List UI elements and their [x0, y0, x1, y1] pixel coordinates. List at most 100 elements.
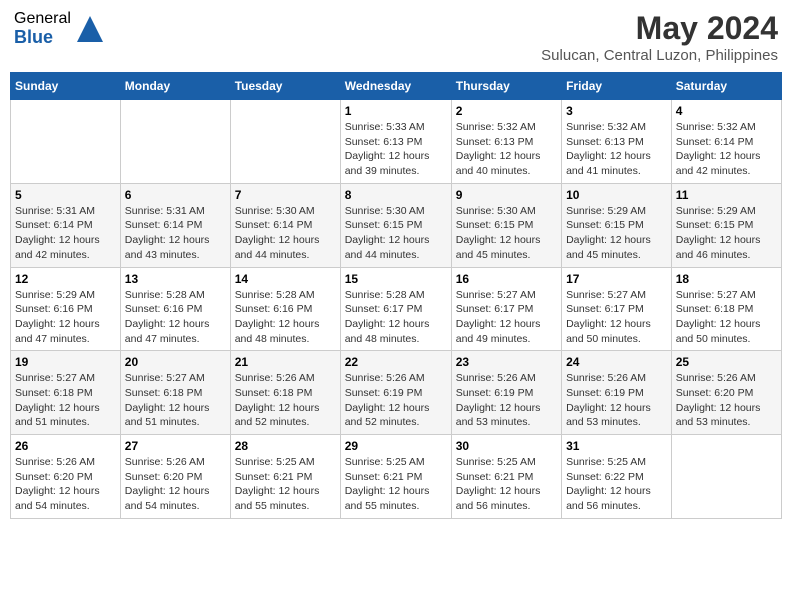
day-number: 12: [15, 272, 116, 286]
day-cell: 3 Sunrise: 5:32 AMSunset: 6:13 PMDaylight…: [562, 100, 672, 184]
day-number: 24: [566, 355, 667, 369]
week-row-1: 1 Sunrise: 5:33 AMSunset: 6:13 PMDaylight…: [11, 100, 782, 184]
day-number: 10: [566, 188, 667, 202]
week-row-3: 12 Sunrise: 5:29 AMSunset: 6:16 PMDayligh…: [11, 267, 782, 351]
day-cell: 20 Sunrise: 5:27 AMSunset: 6:18 PMDayligh…: [120, 351, 230, 435]
main-title: May 2024: [541, 10, 778, 47]
day-info: Sunrise: 5:26 AMSunset: 6:20 PMDaylight:…: [125, 455, 226, 514]
day-number: 26: [15, 439, 116, 453]
day-cell: 22 Sunrise: 5:26 AMSunset: 6:19 PMDayligh…: [340, 351, 451, 435]
day-cell: 13Sunrise: 5:28 AMSunset: 6:16 PMDayligh…: [120, 267, 230, 351]
day-info: Sunrise: 5:25 AMSunset: 6:22 PMDaylight:…: [566, 455, 667, 514]
day-info: Sunrise: 5:29 AMSunset: 6:15 PMDaylight:…: [566, 204, 667, 263]
day-number: 8: [345, 188, 447, 202]
day-cell: [120, 100, 230, 184]
day-cell: 28 Sunrise: 5:25 AMSunset: 6:21 PMDayligh…: [230, 435, 340, 519]
day-cell: 2Sunrise: 5:32 AMSunset: 6:13 PMDaylight…: [451, 100, 561, 184]
day-info: Sunrise: 5:26 AMSunset: 6:18 PMDaylight:…: [235, 371, 336, 430]
day-number: 7: [235, 188, 336, 202]
day-header-friday: Friday: [562, 73, 672, 100]
day-cell: 31 Sunrise: 5:25 AMSunset: 6:22 PMDayligh…: [562, 435, 672, 519]
day-cell: 9 Sunrise: 5:30 AMSunset: 6:15 PMDaylight…: [451, 183, 561, 267]
day-info: Sunrise: 5:32 AMSunset: 6:13 PMDaylight:…: [456, 120, 557, 179]
day-number: 1: [345, 104, 447, 118]
day-number: 20: [125, 355, 226, 369]
day-number: 19: [15, 355, 116, 369]
day-info: Sunrise: 5:32 AMSunset: 6:14 PMDaylight:…: [676, 120, 777, 179]
day-cell: 8 Sunrise: 5:30 AMSunset: 6:15 PMDaylight…: [340, 183, 451, 267]
day-cell: 23Sunrise: 5:26 AMSunset: 6:19 PMDayligh…: [451, 351, 561, 435]
day-info: Sunrise: 5:25 AMSunset: 6:21 PMDaylight:…: [345, 455, 447, 514]
day-info: Sunrise: 5:26 AMSunset: 6:19 PMDaylight:…: [345, 371, 447, 430]
day-number: 21: [235, 355, 336, 369]
day-info: Sunrise: 5:27 AMSunset: 6:17 PMDaylight:…: [456, 288, 557, 347]
day-cell: 21 Sunrise: 5:26 AMSunset: 6:18 PMDayligh…: [230, 351, 340, 435]
day-cell: 14Sunrise: 5:28 AMSunset: 6:16 PMDayligh…: [230, 267, 340, 351]
day-info: Sunrise: 5:29 AMSunset: 6:16 PMDaylight:…: [15, 288, 116, 347]
day-header-sunday: Sunday: [11, 73, 121, 100]
logo-blue: Blue: [14, 28, 71, 48]
day-number: 30: [456, 439, 557, 453]
title-block: May 2024 Sulucan, Central Luzon, Philipp…: [541, 10, 778, 64]
logo: General Blue: [14, 10, 105, 47]
day-info: Sunrise: 5:28 AMSunset: 6:17 PMDaylight:…: [345, 288, 447, 347]
day-number: 6: [125, 188, 226, 202]
day-info: Sunrise: 5:25 AMSunset: 6:21 PMDaylight:…: [456, 455, 557, 514]
day-number: 5: [15, 188, 116, 202]
day-info: Sunrise: 5:26 AMSunset: 6:19 PMDaylight:…: [566, 371, 667, 430]
day-info: Sunrise: 5:26 AMSunset: 6:19 PMDaylight:…: [456, 371, 557, 430]
day-info: Sunrise: 5:33 AMSunset: 6:13 PMDaylight:…: [345, 120, 447, 179]
day-number: 28: [235, 439, 336, 453]
day-header-wednesday: Wednesday: [340, 73, 451, 100]
day-info: Sunrise: 5:27 AMSunset: 6:18 PMDaylight:…: [676, 288, 777, 347]
header-row: SundayMondayTuesdayWednesdayThursdayFrid…: [11, 73, 782, 100]
day-number: 3: [566, 104, 667, 118]
day-info: Sunrise: 5:26 AMSunset: 6:20 PMDaylight:…: [676, 371, 777, 430]
day-number: 25: [676, 355, 777, 369]
day-info: Sunrise: 5:30 AMSunset: 6:15 PMDaylight:…: [456, 204, 557, 263]
day-number: 15: [345, 272, 447, 286]
week-row-2: 5 Sunrise: 5:31 AMSunset: 6:14 PMDaylight…: [11, 183, 782, 267]
day-number: 16: [456, 272, 557, 286]
day-info: Sunrise: 5:27 AMSunset: 6:18 PMDaylight:…: [125, 371, 226, 430]
week-row-4: 19 Sunrise: 5:27 AMSunset: 6:18 PMDayligh…: [11, 351, 782, 435]
day-number: 29: [345, 439, 447, 453]
day-header-tuesday: Tuesday: [230, 73, 340, 100]
day-number: 27: [125, 439, 226, 453]
day-cell: 6 Sunrise: 5:31 AMSunset: 6:14 PMDaylight…: [120, 183, 230, 267]
day-number: 11: [676, 188, 777, 202]
day-info: Sunrise: 5:31 AMSunset: 6:14 PMDaylight:…: [15, 204, 116, 263]
day-cell: 12 Sunrise: 5:29 AMSunset: 6:16 PMDayligh…: [11, 267, 121, 351]
day-cell: [230, 100, 340, 184]
day-number: 13: [125, 272, 226, 286]
day-info: Sunrise: 5:25 AMSunset: 6:21 PMDaylight:…: [235, 455, 336, 514]
day-cell: 4 Sunrise: 5:32 AMSunset: 6:14 PMDaylight…: [671, 100, 781, 184]
day-cell: 1 Sunrise: 5:33 AMSunset: 6:13 PMDaylight…: [340, 100, 451, 184]
day-info: Sunrise: 5:31 AMSunset: 6:14 PMDaylight:…: [125, 204, 226, 263]
day-info: Sunrise: 5:30 AMSunset: 6:15 PMDaylight:…: [345, 204, 447, 263]
day-cell: 7 Sunrise: 5:30 AMSunset: 6:14 PMDaylight…: [230, 183, 340, 267]
day-info: Sunrise: 5:29 AMSunset: 6:15 PMDaylight:…: [676, 204, 777, 263]
day-cell: [11, 100, 121, 184]
day-cell: [671, 435, 781, 519]
logo-general: General: [14, 10, 71, 28]
logo-icon: [75, 14, 105, 44]
day-cell: 26Sunrise: 5:26 AMSunset: 6:20 PMDayligh…: [11, 435, 121, 519]
day-cell: 11 Sunrise: 5:29 AMSunset: 6:15 PMDayligh…: [671, 183, 781, 267]
calendar-header: SundayMondayTuesdayWednesdayThursdayFrid…: [11, 73, 782, 100]
day-info: Sunrise: 5:30 AMSunset: 6:14 PMDaylight:…: [235, 204, 336, 263]
day-info: Sunrise: 5:32 AMSunset: 6:13 PMDaylight:…: [566, 120, 667, 179]
day-cell: 25 Sunrise: 5:26 AMSunset: 6:20 PMDayligh…: [671, 351, 781, 435]
day-number: 31: [566, 439, 667, 453]
day-number: 18: [676, 272, 777, 286]
day-cell: 18 Sunrise: 5:27 AMSunset: 6:18 PMDayligh…: [671, 267, 781, 351]
day-number: 4: [676, 104, 777, 118]
day-number: 9: [456, 188, 557, 202]
day-info: Sunrise: 5:28 AMSunset: 6:16 PMDaylight:…: [235, 288, 336, 347]
day-number: 22: [345, 355, 447, 369]
calendar-body: 1 Sunrise: 5:33 AMSunset: 6:13 PMDaylight…: [11, 100, 782, 519]
day-header-monday: Monday: [120, 73, 230, 100]
day-cell: 17Sunrise: 5:27 AMSunset: 6:17 PMDayligh…: [562, 267, 672, 351]
day-cell: 29 Sunrise: 5:25 AMSunset: 6:21 PMDayligh…: [340, 435, 451, 519]
day-cell: 27 Sunrise: 5:26 AMSunset: 6:20 PMDayligh…: [120, 435, 230, 519]
